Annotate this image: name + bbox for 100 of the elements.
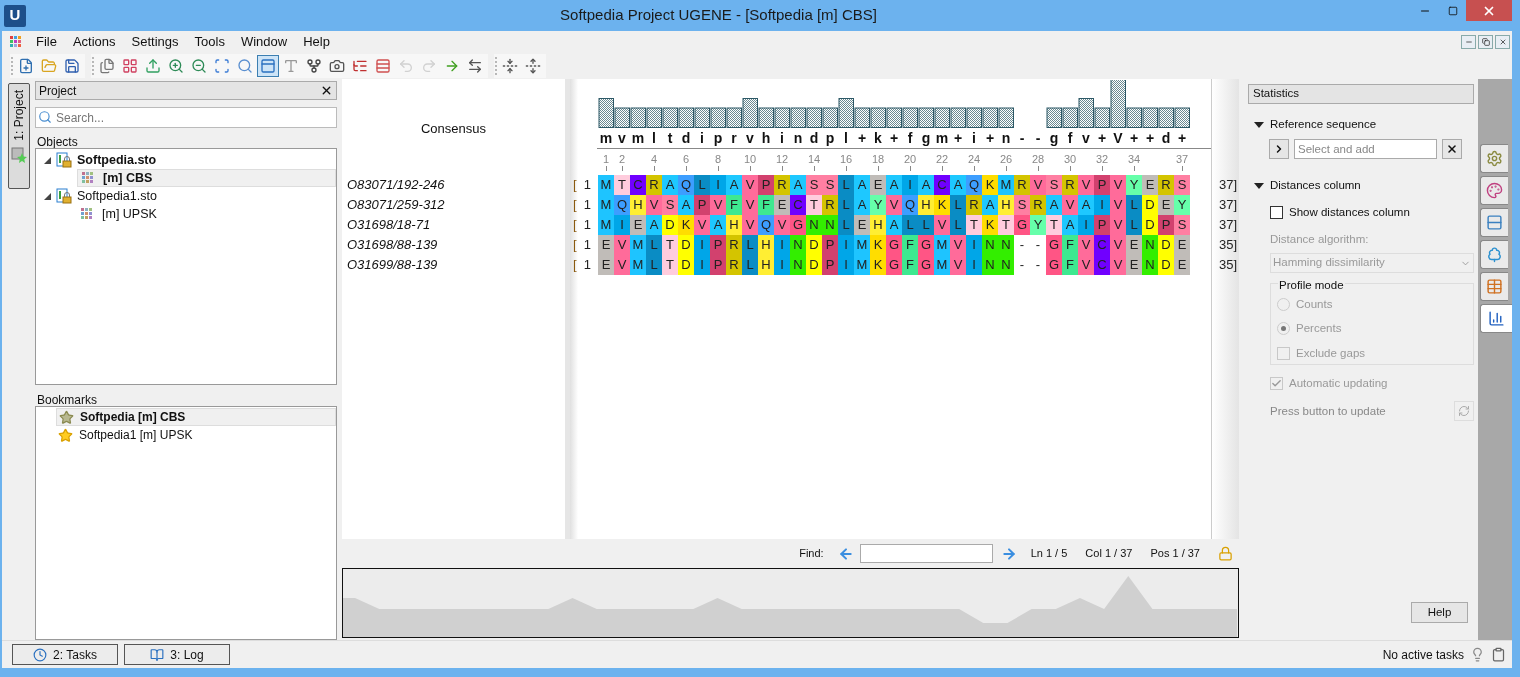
- residue-cell: Y: [1126, 175, 1142, 195]
- table-tab[interactable]: [1480, 272, 1508, 301]
- expand-arrow-icon[interactable]: [44, 156, 51, 164]
- tasks-button[interactable]: 2: Tasks: [12, 644, 118, 665]
- tree-item[interactable]: Softpedia.sto: [77, 150, 157, 170]
- clear-button[interactable]: [1442, 139, 1462, 160]
- close-icon[interactable]: [320, 84, 333, 97]
- ruler-number: 18: [871, 153, 885, 166]
- gear-tab[interactable]: [1480, 144, 1508, 173]
- ruler-number: 6: [682, 153, 690, 166]
- residue-cell: E: [774, 195, 790, 215]
- section-title[interactable]: Distances column: [1270, 177, 1361, 195]
- expand-arrow-icon[interactable]: [44, 192, 51, 200]
- app-menu-icon[interactable]: [10, 35, 22, 48]
- bookmark-item[interactable]: Softpedia1 [m] UPSK: [56, 426, 336, 444]
- toolbar-grip-icon[interactable]: [494, 56, 498, 75]
- mdi-close-button[interactable]: [1495, 34, 1510, 49]
- conservation-bar: [982, 107, 998, 128]
- tree-item[interactable]: [m] CBS: [77, 169, 336, 187]
- help-button[interactable]: Help: [1411, 602, 1468, 623]
- grid-icon: [81, 208, 93, 220]
- lightbulb-icon[interactable]: [1470, 647, 1485, 662]
- sequence-name[interactable]: O83071/259-312: [342, 195, 565, 215]
- add-sequence-button[interactable]: [1269, 139, 1289, 160]
- expand-icon: [525, 57, 541, 74]
- position-indicator: Pos 1 / 37: [1150, 546, 1200, 562]
- residue-cell: L: [646, 255, 662, 275]
- conservation-bar: [934, 107, 950, 128]
- residue-cell: R: [774, 175, 790, 195]
- residue-cell: N: [822, 215, 838, 235]
- residue-cell: V: [1110, 255, 1126, 275]
- find-field[interactable]: [859, 544, 993, 563]
- show-distances-checkbox[interactable]: [1270, 205, 1283, 219]
- toolbar-grip-icon[interactable]: [10, 56, 14, 75]
- end-position: 37]: [1217, 176, 1238, 195]
- mdi-restore-button[interactable]: [1478, 34, 1493, 49]
- menu-item[interactable]: Window: [232, 31, 296, 52]
- sequence-name[interactable]: O31698/18-71: [342, 215, 565, 235]
- tree-tab[interactable]: [1480, 240, 1508, 269]
- conservation-bar: [694, 107, 710, 128]
- residue-cell: V: [950, 255, 966, 275]
- ruler-number: 34: [1127, 153, 1141, 166]
- rows-tab[interactable]: [1480, 208, 1508, 237]
- sequence-name[interactable]: O31699/88-139: [342, 255, 565, 275]
- menu-item[interactable]: Settings: [123, 31, 187, 52]
- lock-icon[interactable]: [1218, 546, 1233, 561]
- tree-icon: [1486, 246, 1503, 263]
- residue-cell: N: [982, 255, 998, 275]
- conservation-bar: [662, 107, 678, 128]
- ruler-number: 16: [839, 153, 853, 166]
- residue-cell: V: [1110, 235, 1126, 255]
- conservation-bar: [1174, 107, 1190, 128]
- bar-chart-tab[interactable]: [1480, 304, 1512, 333]
- mdi-minimize-button[interactable]: [1461, 34, 1476, 49]
- close-icon: [1498, 37, 1507, 46]
- clipboard-icon[interactable]: [1491, 647, 1506, 662]
- residue-cell: K: [982, 215, 998, 235]
- menu-item[interactable]: Help: [295, 31, 338, 52]
- residue-cell: I: [966, 235, 982, 255]
- sequence-name[interactable]: O31698/88-139: [342, 235, 565, 255]
- conservation-bar: [758, 107, 774, 128]
- residue-cell: M: [854, 235, 870, 255]
- find-label: Find:: [799, 546, 824, 562]
- residue-cell: I: [902, 175, 918, 195]
- consensus-letter: f: [906, 129, 914, 148]
- menu-item[interactable]: File: [28, 31, 65, 52]
- overview-icon: [260, 57, 276, 74]
- bookmark-item[interactable]: Softpedia [m] CBS: [56, 408, 336, 426]
- toolbar-grip-icon[interactable]: [91, 56, 95, 75]
- search-field[interactable]: Search...: [35, 107, 337, 128]
- residue-cell: G: [790, 215, 806, 235]
- residue-cell: N: [1142, 255, 1158, 275]
- log-button[interactable]: 3: Log: [124, 644, 230, 665]
- start-position: 1: [583, 236, 591, 255]
- palette-tab[interactable]: [1480, 176, 1508, 205]
- conservation-bar: [774, 107, 790, 128]
- radio-label: Percents: [1296, 321, 1342, 337]
- section-caret-icon[interactable]: [1254, 180, 1264, 191]
- tree-item[interactable]: [m] UPSK: [77, 205, 336, 223]
- grid-icon: [82, 172, 94, 184]
- residue-cell: L: [1126, 215, 1142, 235]
- project-side-tab[interactable]: 1: Project: [7, 83, 30, 189]
- tree-item[interactable]: Softpedia1.sto: [77, 186, 157, 206]
- consensus-letter: +: [888, 129, 900, 148]
- section-title[interactable]: Reference sequence: [1270, 116, 1377, 134]
- residue-cell: Y: [870, 195, 886, 215]
- section-caret-icon[interactable]: [1254, 119, 1264, 130]
- menu-item[interactable]: Tools: [186, 31, 233, 52]
- close-button[interactable]: [1466, 0, 1512, 21]
- residue-cell: V: [614, 235, 630, 255]
- residue-cell: A: [854, 175, 870, 195]
- overview-button[interactable]: [257, 54, 279, 77]
- conservation-bar: [918, 107, 934, 128]
- menu-item[interactable]: Actions: [64, 31, 124, 52]
- residue-cell: V: [1062, 195, 1078, 215]
- sequence-name[interactable]: O83071/192-246: [342, 175, 565, 195]
- reference-field[interactable]: Select and add: [1294, 139, 1437, 160]
- conservation-bar: [854, 107, 870, 128]
- consensus-letter: n: [1000, 129, 1012, 148]
- residue-cell: P: [822, 255, 838, 275]
